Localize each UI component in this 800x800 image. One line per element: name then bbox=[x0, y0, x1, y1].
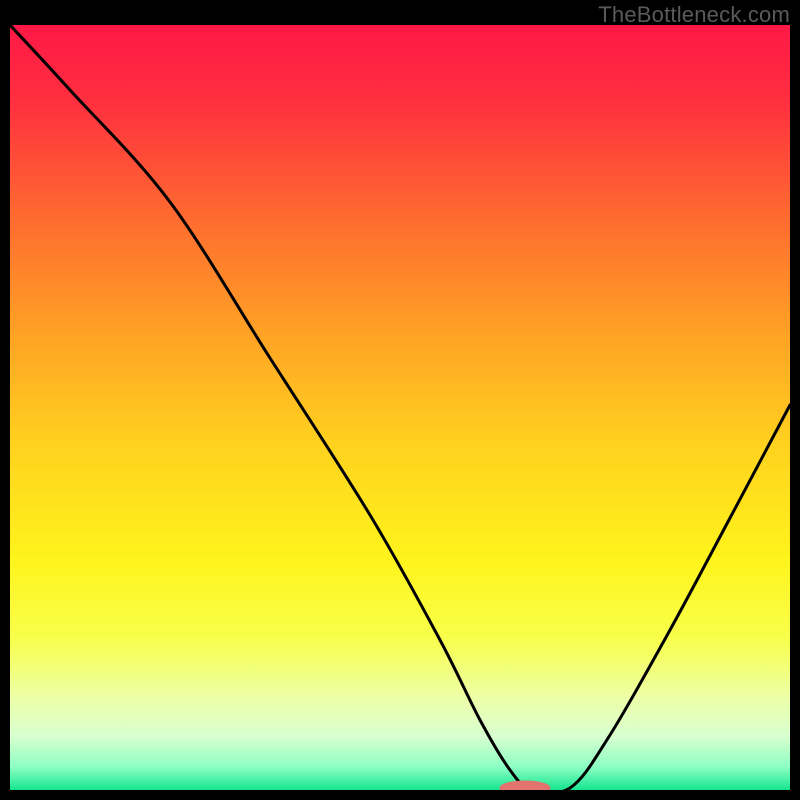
plot-area bbox=[10, 25, 790, 790]
watermark-text: TheBottleneck.com bbox=[598, 2, 790, 28]
chart-svg bbox=[10, 25, 790, 790]
chart-frame: TheBottleneck.com bbox=[0, 0, 800, 800]
gradient-background bbox=[10, 25, 790, 790]
